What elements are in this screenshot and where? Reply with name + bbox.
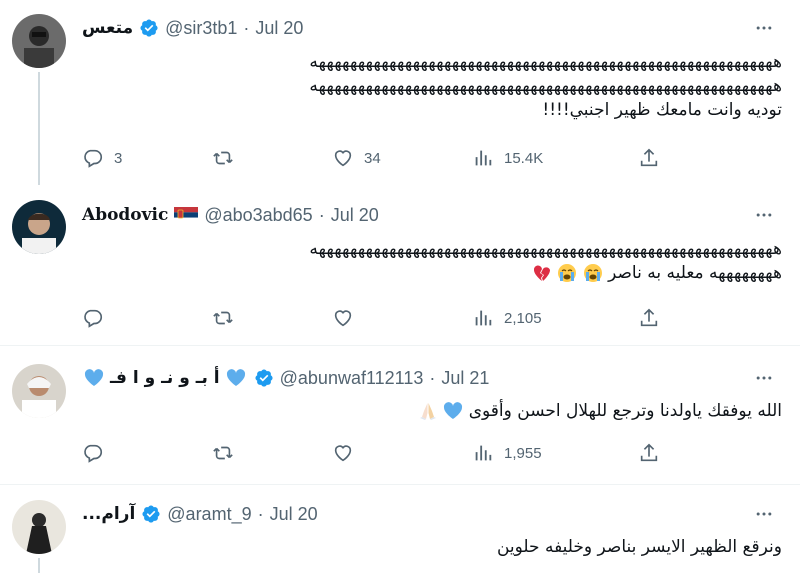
tweet-text-line: هههههههههههههههههههههههههههههههههههههههه… (309, 76, 782, 96)
separator-dot: · (243, 17, 250, 38)
tweet-1[interactable]: متعس @sir3tb1 · Jul 20 ههههههههههههههههه… (0, 0, 800, 185)
retweet-icon (213, 446, 233, 460)
user-handle[interactable]: @abunwaf112113 (280, 368, 424, 389)
more-icon[interactable] (752, 366, 776, 390)
tweet-3[interactable]: أ بـ و نـ و ا فـ @abunwaf112113 · Jul 21… (0, 346, 800, 486)
tweet-text-line: توديه وانت مامعك ظهير اجنبي!!!! (542, 100, 782, 120)
tweet-header: أ بـ و نـ و ا فـ @abunwaf112113 · Jul 21 (82, 366, 489, 390)
separator-dot: · (429, 367, 436, 388)
tweet-text-line: ههههههههه معليه به ناصر (608, 263, 782, 283)
tweet-text: هههههههههههههههههههههههههههههههههههههههه… (82, 237, 782, 285)
views-button[interactable]: 2,105 (472, 303, 542, 333)
separator-dot: · (318, 204, 325, 225)
broken-heart-emoji (533, 265, 550, 281)
tweet-text-line-with-emoji: الله يوفقك ياولدنا وترجع للهلال احسن وأق… (82, 399, 782, 423)
tweet-text-line: الله يوفقك ياولدنا وترجع للهلال احسن وأق… (468, 401, 782, 421)
like-count: 34 (364, 149, 381, 167)
tweet-text: الله يوفقك ياولدنا وترجع للهلال احسن وأق… (82, 399, 782, 423)
views-count: 2,105 (504, 309, 542, 327)
reply-count: 3 (114, 149, 123, 167)
retweet-button[interactable] (212, 438, 244, 468)
tweet-header: متعس @sir3tb1 · Jul 20 (82, 16, 303, 40)
crying-face-emoji (583, 264, 602, 282)
tweet-text-line-with-emoji: ههههههههه معليه به ناصر (82, 261, 782, 285)
display-name[interactable]: متعس (82, 18, 133, 38)
blue-heart-emoji (444, 402, 463, 419)
action-bar: 3 34 15.4K (82, 143, 682, 173)
tweet-text-line: هههههههههههههههههههههههههههههههههههههههه… (309, 239, 782, 259)
like-icon (334, 310, 352, 327)
share-button[interactable] (638, 303, 660, 333)
reply-button[interactable]: 3 (82, 143, 122, 173)
separator-dot: · (257, 503, 264, 524)
verified-badge-icon (142, 505, 160, 523)
reply-icon (84, 309, 103, 328)
blue-heart-emoji (84, 369, 104, 386)
user-handle[interactable]: @aramt_9 (167, 504, 251, 525)
share-icon (640, 308, 658, 327)
avatar[interactable] (12, 14, 66, 68)
verified-badge-icon (255, 369, 273, 387)
blue-heart-emoji (226, 369, 245, 386)
share-button[interactable] (638, 143, 660, 173)
views-button[interactable]: 1,955 (472, 438, 542, 468)
avatar[interactable] (12, 500, 66, 554)
reply-button[interactable] (82, 438, 114, 468)
tweet-text: هههههههههههههههههههههههههههههههههههههههه… (82, 50, 782, 122)
like-icon (334, 150, 352, 167)
tweet-text-line: هههههههههههههههههههههههههههههههههههههههه… (309, 52, 782, 72)
tweet-text-line: ونرقع الظهير الايسر بناصر وخليفه حلوين (496, 537, 782, 557)
tweet-date[interactable]: Jul 20 (270, 504, 318, 525)
retweet-icon (213, 311, 233, 325)
like-button[interactable] (332, 303, 364, 333)
user-handle[interactable]: @sir3tb1 (165, 18, 237, 39)
display-name[interactable]: Abodovic (82, 205, 168, 225)
retweet-icon (213, 151, 233, 165)
tweet-2[interactable]: Abodovic @abo3abd65 · Jul 20 ههههههههههه… (0, 185, 800, 345)
thread-line (38, 72, 40, 185)
avatar[interactable] (12, 200, 66, 254)
avatar[interactable] (12, 364, 66, 418)
reply-icon (84, 149, 103, 168)
like-button[interactable] (332, 438, 364, 468)
more-icon[interactable] (752, 16, 776, 40)
serbia-flag-icon (174, 207, 199, 223)
reply-icon (84, 444, 103, 463)
tweet-date[interactable]: Jul 20 (255, 18, 303, 39)
views-count: 1,955 (504, 444, 542, 462)
tweet-header: ...آرام @aramt_9 · Jul 20 (82, 502, 318, 526)
user-handle[interactable]: @abo3abd65 (204, 205, 312, 226)
display-name[interactable]: أ بـ و نـ و ا فـ (110, 368, 220, 388)
tweet-text: ونرقع الظهير الايسر بناصر وخليفه حلوين (82, 535, 782, 559)
share-icon (640, 148, 658, 167)
views-icon (475, 310, 492, 326)
tweet-date[interactable]: Jul 20 (331, 205, 379, 226)
reply-button[interactable] (82, 303, 114, 333)
views-count: 15.4K (504, 149, 544, 167)
views-icon (475, 150, 492, 166)
more-icon[interactable] (752, 203, 776, 227)
crying-face-emoji (558, 264, 577, 282)
views-icon (475, 445, 492, 461)
thread-line (38, 558, 40, 573)
like-icon (334, 445, 352, 462)
retweet-button[interactable] (212, 303, 244, 333)
like-button[interactable]: 34 (332, 143, 381, 173)
tweet-header: Abodovic @abo3abd65 · Jul 20 (82, 203, 379, 227)
share-button[interactable] (638, 438, 660, 468)
views-button[interactable]: 15.4K (472, 143, 543, 173)
verified-badge-icon (140, 19, 158, 37)
retweet-button[interactable] (212, 143, 244, 173)
tweet-4[interactable]: ...آرام @aramt_9 · Jul 20 ونرقع الظهير ا… (0, 485, 800, 573)
tweet-date[interactable]: Jul 21 (441, 368, 489, 389)
action-bar: 1,955 (82, 438, 682, 468)
display-name[interactable]: ...آرام (82, 504, 135, 524)
folded-hands-emoji (419, 403, 436, 420)
action-bar: 2,105 (82, 303, 682, 333)
more-icon[interactable] (752, 502, 776, 526)
share-icon (640, 443, 658, 462)
